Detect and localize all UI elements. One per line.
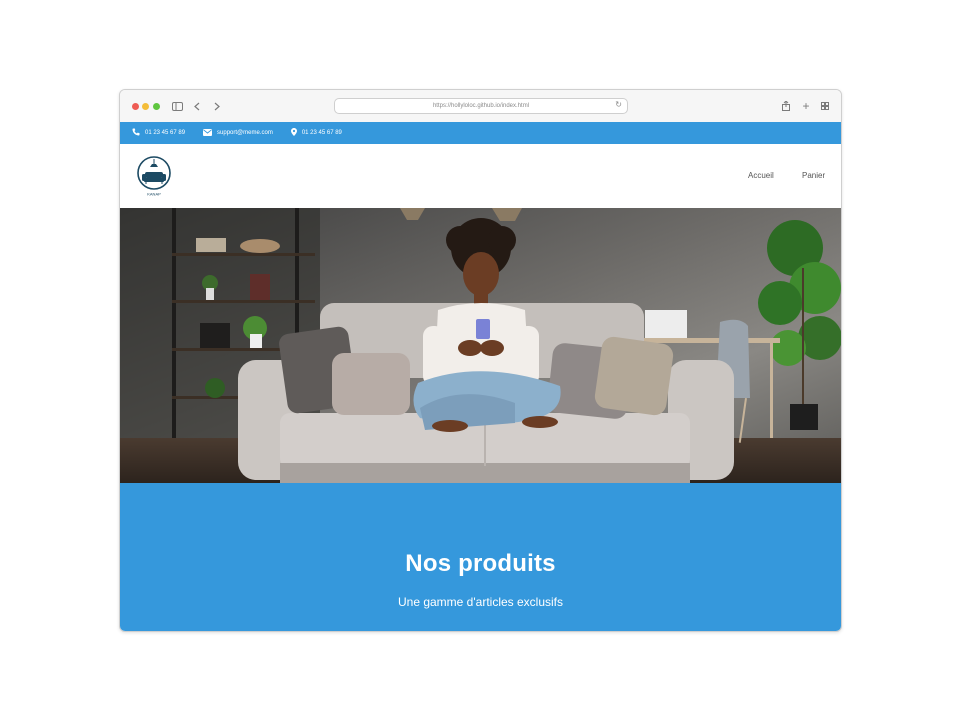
close-window-button[interactable] <box>132 103 139 110</box>
share-icon[interactable] <box>781 98 791 114</box>
contact-bar: 01 23 45 67 89 support@meme.com 01 23 45… <box>120 122 841 144</box>
minimize-window-button[interactable] <box>142 103 149 110</box>
reload-icon[interactable]: ↻ <box>615 100 622 109</box>
url-text: https://hollyloloc.github.io/index.html <box>432 103 530 109</box>
phone-number: 01 23 45 67 89 <box>145 130 186 136</box>
hero-banner-image <box>120 208 841 483</box>
sidebar-icon[interactable] <box>171 98 183 114</box>
mail-icon <box>203 128 213 138</box>
nav-panier[interactable]: Panier <box>802 171 825 180</box>
new-tab-icon[interactable]: + <box>801 98 811 114</box>
site-logo[interactable]: KANAP <box>137 155 173 197</box>
address-bar[interactable]: https://hollyloloc.github.io/index.html … <box>334 98 628 114</box>
forward-icon[interactable] <box>212 98 222 114</box>
products-section: Nos produits Une gamme d'articles exclus… <box>120 483 841 631</box>
browser-window: https://hollyloloc.github.io/index.html … <box>119 89 842 632</box>
email-address: support@meme.com <box>217 130 273 136</box>
site-header: KANAP Accueil Panier <box>120 144 841 208</box>
products-subtitle: Une gamme d'articles exclusifs <box>397 595 564 609</box>
back-icon[interactable] <box>192 98 202 114</box>
location-text: 01 23 45 67 89 <box>301 130 342 136</box>
svg-text:KANAP: KANAP <box>147 192 161 197</box>
contact-phone[interactable]: 01 23 45 67 89 <box>132 128 185 138</box>
phone-icon <box>132 128 140 138</box>
nav-accueil[interactable]: Accueil <box>748 171 774 180</box>
zoom-window-button[interactable] <box>153 103 160 110</box>
location-icon <box>290 128 297 138</box>
contact-location[interactable]: 01 23 45 67 89 <box>290 128 342 138</box>
products-title: Nos produits <box>405 550 556 577</box>
contact-email[interactable]: support@meme.com <box>203 128 273 138</box>
browser-toolbar: https://hollyloloc.github.io/index.html … <box>120 90 841 123</box>
tabs-overview-icon[interactable] <box>820 98 830 114</box>
